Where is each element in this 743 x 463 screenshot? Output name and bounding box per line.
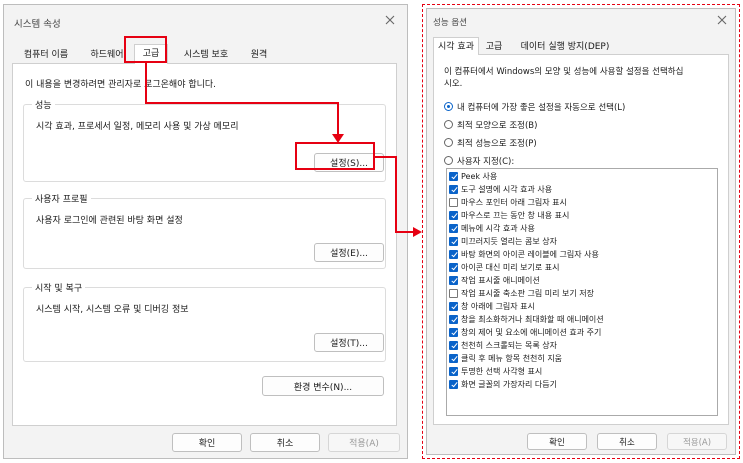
tab-system-protection[interactable]: 시스템 보호: [172, 46, 240, 64]
visual-effects-desc-line-1: 이 컴퓨터에서 Windows의 모양 및 성능에 사용할 설정을 선택하십: [444, 67, 684, 77]
option-label: 마우스 포인터 아래 그림자 표시: [461, 198, 567, 207]
option-label: 클릭 후 메뉴 항목 천천히 지움: [461, 354, 563, 363]
checkbox[interactable]: [449, 250, 458, 259]
checkbox[interactable]: [449, 224, 458, 233]
dialog-title: 시스템 속성: [14, 19, 61, 30]
connector-horizontal-2: [375, 156, 397, 158]
visual-effects-list[interactable]: Peek 사용 도구 설명에 시각 효과 사용 마우스 포인터 아래 그림자 표…: [446, 168, 718, 416]
connector-arrowhead-down: [332, 134, 344, 143]
dialog-title: 성능 옵션: [433, 18, 467, 28]
tab-bar: 시각 효과 고급 데이터 실행 방지(DEP): [433, 37, 729, 56]
tab-bar: 컴퓨터 이름 하드웨어 고급 시스템 보호 원격: [12, 44, 397, 65]
checkbox[interactable]: [449, 367, 458, 376]
user-profiles-settings-button[interactable]: 설정(E)...: [314, 243, 384, 262]
title-bar: 시스템 속성: [4, 5, 407, 35]
checkbox[interactable]: [449, 354, 458, 363]
user-profiles-group-title: 사용자 프로필: [32, 192, 91, 205]
option-label: 미끄러지듯 열리는 콤보 상자: [461, 237, 557, 246]
user-profiles-group: 사용자 프로필 사용자 로그인에 관련된 바탕 화면 설정 설정(E)...: [23, 192, 386, 269]
option-label: 작업 표시줄 축소판 그림 미리 보기 저장: [461, 289, 595, 298]
radio-label: 사용자 지정(C):: [457, 157, 515, 167]
startup-recovery-group-title: 시작 및 복구: [32, 281, 86, 294]
connector-horizontal-3: [395, 231, 415, 233]
connector-vertical-3: [395, 156, 397, 233]
checkbox[interactable]: [449, 172, 458, 181]
option-label: 창 아래에 그림자 표시: [461, 302, 535, 311]
checkbox[interactable]: [449, 289, 458, 298]
checkbox[interactable]: [449, 198, 458, 207]
radio-label: 최적 성능으로 조정(P): [457, 139, 537, 149]
startup-recovery-group: 시작 및 복구 시스템 시작, 시스템 오류 및 디버깅 정보 설정(T)...: [23, 281, 386, 362]
dialog-footer: 확인 취소 적용(A): [427, 425, 735, 455]
ok-button[interactable]: 확인: [172, 433, 242, 452]
option-label: 바탕 화면의 아이콘 레이블에 그림자 사용: [461, 250, 599, 259]
option-label: 창의 제어 및 요소에 애니메이션 효과 주기: [461, 328, 602, 337]
tab-panel-advanced: 이 내용을 변경하려면 관리자로 로그온해야 합니다. 성능 시각 효과, 프로…: [12, 64, 397, 426]
checkbox[interactable]: [449, 315, 458, 324]
option-label: 아이콘 대신 미리 보기로 표시: [461, 263, 560, 272]
tab-visual-effects[interactable]: 시각 효과: [433, 37, 479, 56]
tab-advanced[interactable]: 고급: [481, 39, 507, 55]
visual-effects-desc-line-2: 시오.: [444, 79, 463, 89]
close-icon[interactable]: [715, 13, 729, 27]
connector-arrowhead-right: [413, 227, 422, 237]
system-properties-dialog: 시스템 속성 컴퓨터 이름 하드웨어 고급 시스템 보호 원격 이 내용을 변경…: [3, 4, 408, 459]
tab-remote[interactable]: 원격: [242, 46, 276, 64]
radio-label: 내 컴퓨터에 가장 좋은 설정을 자동으로 선택(L): [457, 103, 626, 113]
checkbox[interactable]: [449, 380, 458, 389]
checkbox[interactable]: [449, 328, 458, 337]
option-label: 마우스로 끄는 동안 창 내용 표시: [461, 211, 570, 220]
performance-group-title: 성능: [32, 98, 55, 111]
option-label: 작업 표시줄 애니메이션: [461, 276, 540, 285]
checkbox[interactable]: [449, 263, 458, 272]
apply-button[interactable]: 적용(A): [328, 433, 400, 452]
highlight-advanced-tab: [124, 36, 167, 63]
startup-recovery-settings-button[interactable]: 설정(T)...: [314, 333, 384, 352]
startup-recovery-group-desc: 시스템 시작, 시스템 오류 및 디버깅 정보: [36, 305, 189, 315]
option-label: Peek 사용: [461, 172, 498, 181]
radio-label: 최적 모양으로 조정(B): [457, 121, 538, 131]
checkbox[interactable]: [449, 341, 458, 350]
checkbox[interactable]: [449, 211, 458, 220]
apply-button[interactable]: 적용(A): [667, 433, 727, 450]
option-label: 메뉴에 시각 효과 사용: [461, 224, 535, 233]
performance-options-dialog: 성능 옵션 시각 효과 고급 데이터 실행 방지(DEP) 이 컴퓨터에서 Wi…: [426, 8, 736, 455]
highlight-performance-settings: [295, 142, 375, 170]
dialog-footer: 확인 취소 적용(A): [4, 426, 407, 458]
tab-computer-name[interactable]: 컴퓨터 이름: [14, 46, 78, 64]
close-icon[interactable]: [383, 13, 397, 27]
option-label: 화면 글꼴의 가장자리 다듬기: [461, 380, 557, 389]
checkbox[interactable]: [449, 276, 458, 285]
admin-notice: 이 내용을 변경하려면 관리자로 로그온해야 합니다.: [25, 80, 217, 90]
cancel-button[interactable]: 취소: [250, 433, 320, 452]
option-label: 창을 최소화하거나 최대화할 때 애니메이션: [461, 315, 604, 324]
checkbox[interactable]: [449, 237, 458, 246]
checkbox[interactable]: [449, 185, 458, 194]
environment-variables-button[interactable]: 환경 변수(N)...: [262, 376, 384, 396]
performance-group-desc: 시각 효과, 프로세서 일정, 메모리 사용 및 가상 메모리: [36, 122, 239, 132]
tab-panel-visual-effects: 이 컴퓨터에서 Windows의 모양 및 성능에 사용할 설정을 선택하십 시…: [433, 55, 729, 425]
option-label: 투명한 선택 사각형 표시: [461, 367, 543, 376]
user-profiles-group-desc: 사용자 로그인에 관련된 바탕 화면 설정: [36, 216, 183, 226]
tab-dep[interactable]: 데이터 실행 방지(DEP): [515, 39, 615, 55]
radio-button[interactable]: [444, 102, 453, 111]
checkbox[interactable]: [449, 302, 458, 311]
option-label: 천천히 스크롤되는 목록 상자: [461, 341, 557, 350]
connector-horizontal-1: [145, 102, 339, 104]
connector-vertical-1: [145, 63, 147, 104]
radio-button[interactable]: [444, 156, 453, 165]
cancel-button[interactable]: 취소: [597, 433, 657, 450]
option-label: 도구 설명에 시각 효과 사용: [461, 185, 553, 194]
radio-button[interactable]: [444, 120, 453, 129]
connector-vertical-2: [337, 102, 339, 136]
radio-button[interactable]: [444, 138, 453, 147]
ok-button[interactable]: 확인: [527, 433, 587, 450]
title-bar: 성능 옵션: [427, 9, 735, 39]
